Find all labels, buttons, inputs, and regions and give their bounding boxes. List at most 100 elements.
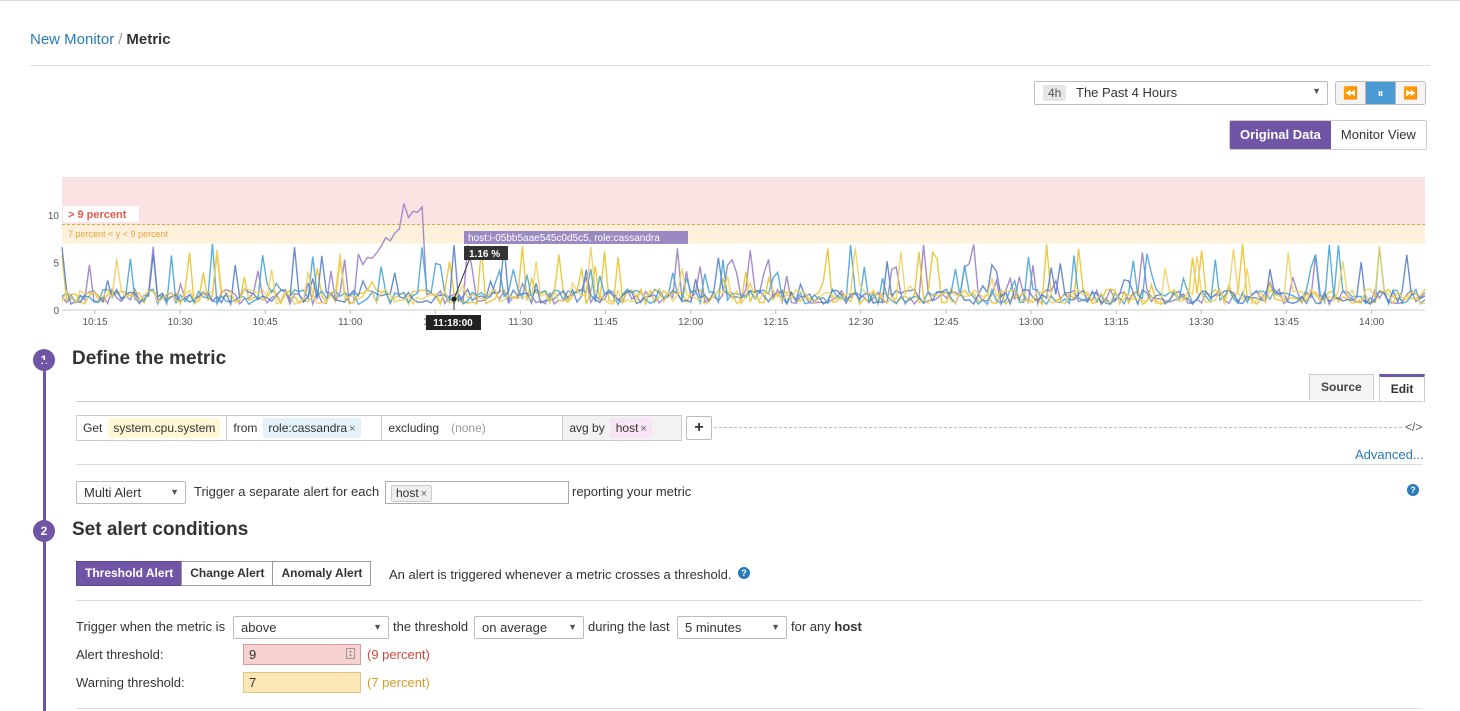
header-divider xyxy=(30,65,1430,66)
tooltip-time: 11:18:00 xyxy=(433,318,473,329)
avg-by-label: avg by xyxy=(569,421,605,435)
trigger-suffix-text: for any xyxy=(791,619,831,634)
chevron-down-icon: ▼ xyxy=(1312,86,1321,96)
query-get-segment: Get system.cpu.system xyxy=(77,416,228,440)
chevron-down-icon: ▼ xyxy=(170,487,179,497)
aggregation-select[interactable]: on average ▼ xyxy=(474,616,584,639)
multi-alert-text: Trigger a separate alert for each xyxy=(194,484,380,499)
group-by-chip-label: host xyxy=(396,486,419,500)
advanced-link[interactable]: Advanced... xyxy=(1355,447,1424,462)
anomaly-alert-button[interactable]: Anomaly Alert xyxy=(272,561,372,586)
condition-select[interactable]: above ▼ xyxy=(233,616,389,639)
alert-zone-label: > 9 percent xyxy=(68,209,127,221)
tabs-divider xyxy=(76,401,1423,402)
threshold-alert-button[interactable]: Threshold Alert xyxy=(76,561,183,586)
metric-chart[interactable]: 051010:1510:3010:4511:0011:1511:3011:451… xyxy=(0,170,1460,335)
query-dashed-divider xyxy=(714,427,1402,428)
group-by-chip[interactable]: host × xyxy=(391,485,433,502)
close-icon[interactable]: × xyxy=(421,488,427,500)
alert-threshold-value: 9 xyxy=(249,647,257,662)
excluding-label: excluding xyxy=(388,421,440,435)
section-divider xyxy=(76,600,1423,601)
from-tag-chip[interactable]: role:cassandra × xyxy=(263,418,361,438)
avg-by-tag-label: host xyxy=(615,421,639,435)
multi-alert-select[interactable]: Multi Alert ▼ xyxy=(76,481,186,504)
original-data-button[interactable]: Original Data xyxy=(1230,121,1331,149)
warning-threshold-value: 7 xyxy=(249,675,257,690)
timeframe-select[interactable]: 4h The Past 4 Hours ▼ xyxy=(1034,81,1328,105)
code-icon[interactable]: </> xyxy=(1405,420,1422,434)
alert-zone xyxy=(62,177,1425,225)
view-toggle: Original Data Monitor View xyxy=(1229,120,1427,150)
breadcrumb-current: Metric xyxy=(126,31,171,48)
y-tick-label: 0 xyxy=(53,306,59,317)
excluding-input[interactable]: (none) xyxy=(451,421,486,435)
window-select[interactable]: 5 minutes ▼ xyxy=(677,616,787,639)
forward-icon[interactable]: ⏩ xyxy=(1396,82,1425,104)
monitor-view-button[interactable]: Monitor View xyxy=(1330,121,1426,149)
warning-threshold-input[interactable]: 7 xyxy=(243,672,361,693)
breadcrumb: New Monitor / Metric xyxy=(30,31,171,48)
from-tag-label: role:cassandra xyxy=(268,421,348,435)
window-select-value: 5 minutes xyxy=(685,620,742,635)
pause-icon[interactable]: ⏸ xyxy=(1366,82,1396,104)
metric-query-editor: Get system.cpu.system from role:cassandr… xyxy=(76,415,683,441)
trigger-mid: the threshold xyxy=(393,619,469,634)
x-tick-label: 13:15 xyxy=(1104,317,1129,328)
x-tick-label: 11:30 xyxy=(508,317,533,328)
tab-edit[interactable]: Edit xyxy=(1378,374,1426,402)
tooltip-host: host:i-05bb5aae545c0d5c5, role:cassandra xyxy=(468,233,660,244)
chevron-down-icon: ▼ xyxy=(568,622,577,632)
alert-threshold-hint: (9 percent) xyxy=(367,647,430,662)
query-excluding-segment: excluding (none) xyxy=(382,416,564,440)
chart-svg: 051010:1510:3010:4511:0011:1511:3011:451… xyxy=(48,177,1426,330)
section-divider xyxy=(76,464,1423,465)
section-title-alert-conditions: Set alert conditions xyxy=(72,519,249,540)
top-border xyxy=(0,0,1460,1)
x-tick-label: 13:30 xyxy=(1189,317,1214,328)
playback-controls: ⏪ ⏸ ⏩ xyxy=(1335,81,1426,105)
x-tick-label: 10:45 xyxy=(253,317,278,328)
x-tick-label: 12:30 xyxy=(848,317,873,328)
timeframe-label: The Past 4 Hours xyxy=(1076,85,1178,100)
chevron-down-icon: ▼ xyxy=(373,622,382,632)
aggregation-select-value: on average xyxy=(482,620,548,635)
from-label: from xyxy=(233,421,258,435)
get-label: Get xyxy=(83,421,103,435)
change-alert-button[interactable]: Change Alert xyxy=(181,561,274,586)
rewind-icon[interactable]: ⏪ xyxy=(1336,82,1366,104)
condition-select-value: above xyxy=(241,620,277,635)
warning-zone xyxy=(62,224,1425,244)
close-icon[interactable]: × xyxy=(640,423,646,435)
tooltip-value: 1.16 % xyxy=(469,249,500,260)
group-by-input[interactable]: host × xyxy=(385,481,569,504)
step-2-badge: 2 xyxy=(33,520,55,542)
close-icon[interactable]: × xyxy=(349,423,355,435)
timeframe-badge: 4h xyxy=(1043,85,1067,101)
breadcrumb-new-monitor[interactable]: New Monitor xyxy=(30,31,114,48)
add-query-button[interactable]: + xyxy=(686,416,712,440)
metric-name-input[interactable]: system.cpu.system xyxy=(108,418,221,438)
help-icon[interactable]: ? xyxy=(1407,484,1419,496)
avg-by-tag-chip[interactable]: host × xyxy=(610,418,652,438)
x-tick-label: 12:00 xyxy=(678,317,703,328)
trigger-group: host xyxy=(834,619,862,634)
x-tick-label: 14:00 xyxy=(1359,317,1384,328)
multi-alert-suffix: reporting your metric xyxy=(572,484,692,499)
trigger-prefix: Trigger when the metric is xyxy=(76,619,226,634)
x-tick-label: 10:15 xyxy=(82,317,107,328)
tab-source[interactable]: Source xyxy=(1309,374,1374,400)
x-tick-label: 10:30 xyxy=(168,317,193,328)
section-divider xyxy=(76,708,1423,709)
warning-threshold-label: Warning threshold: xyxy=(76,675,185,690)
x-tick-label: 12:45 xyxy=(933,317,958,328)
stepper-icon[interactable]: ↕ xyxy=(346,648,355,659)
warning-threshold-hint: (7 percent) xyxy=(367,675,430,690)
breadcrumb-separator: / xyxy=(118,31,123,48)
help-icon[interactable]: ? xyxy=(738,567,750,579)
y-tick-label: 10 xyxy=(48,211,60,222)
x-tick-label: 11:00 xyxy=(338,317,363,328)
hover-point xyxy=(451,296,457,302)
alert-threshold-label: Alert threshold: xyxy=(76,647,164,662)
alert-threshold-input[interactable]: 9 ↕ xyxy=(243,644,361,665)
